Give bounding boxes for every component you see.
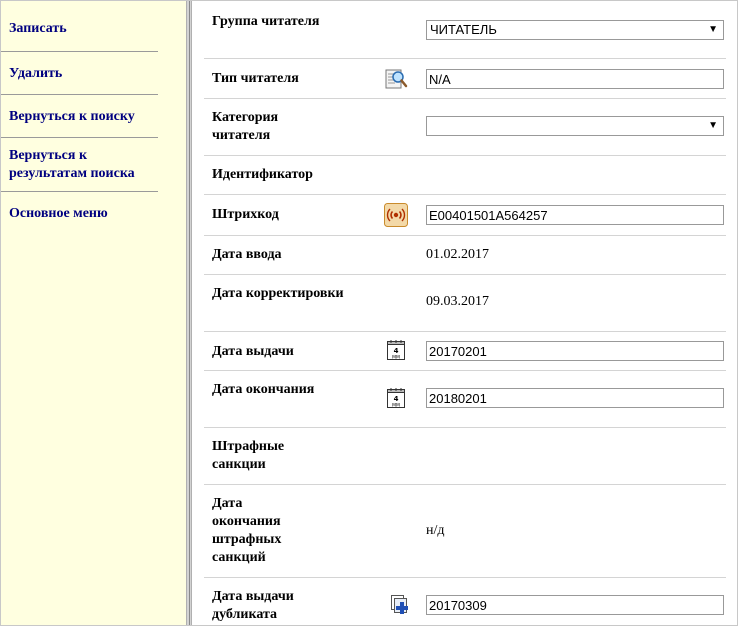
reader-group-select[interactable]: ЧИТАТЕЛЬ ▼: [426, 20, 724, 40]
row-identifier: Идентификатор: [204, 156, 726, 195]
row-entry-date: Дата ввода 01.02.2017: [204, 236, 726, 275]
issue-date-label: Дата выдачи: [212, 344, 294, 359]
reader-group-label: Группа читателя: [212, 14, 320, 29]
reader-group-value: ЧИТАТЕЛЬ: [430, 22, 497, 37]
reader-form: Группа читателя ЧИТАТЕЛЬ ▼ Тип читателя: [193, 1, 737, 625]
row-reader-category: Категория читателя ▼: [204, 99, 726, 156]
modified-date-label: Дата корректировки: [212, 286, 344, 301]
row-penalties: Штрафные санкции: [204, 428, 726, 485]
delete-link[interactable]: Удалить: [1, 52, 158, 95]
modified-date-value: 09.03.2017: [426, 294, 489, 309]
search-dictionary-icon[interactable]: [384, 67, 408, 91]
rfid-icon[interactable]: [384, 203, 408, 227]
sidebar: Записать Удалить Вернуться к поиску Верн…: [1, 1, 186, 625]
duplicate-issue-date-input[interactable]: [426, 595, 724, 615]
calendar-month: MM: [392, 355, 400, 361]
reader-type-input[interactable]: [426, 69, 724, 89]
expiry-date-input[interactable]: [426, 388, 724, 408]
duplicate-plus-icon[interactable]: [389, 593, 413, 617]
row-expiry-date: Дата окончания 4 MM: [204, 371, 726, 428]
calendar-day: 4: [394, 347, 399, 355]
back-to-results-link[interactable]: Вернуться к результатам поиска: [1, 138, 158, 192]
penalties-label: Штрафные санкции: [212, 439, 285, 472]
entry-date-label: Дата ввода: [212, 247, 282, 262]
barcode-label: Штрихкод: [212, 207, 279, 222]
calendar-icon[interactable]: 4 MM: [386, 339, 410, 363]
duplicate-issue-date-label: Дата выдачи дубликата: [212, 589, 294, 622]
row-reader-group: Группа читателя ЧИТАТЕЛЬ ▼: [204, 1, 726, 59]
app-frame: Записать Удалить Вернуться к поиску Верн…: [0, 0, 738, 626]
reader-type-label: Тип читателя: [212, 71, 299, 86]
row-modified-date: Дата корректировки 09.03.2017: [204, 275, 726, 332]
row-issue-date: Дата выдачи 4 MM: [204, 332, 726, 371]
barcode-input[interactable]: [426, 205, 724, 225]
calendar-icon[interactable]: 4 MM: [386, 387, 410, 411]
main-menu-link[interactable]: Основное меню: [1, 192, 158, 232]
calendar-month: MM: [392, 403, 400, 409]
row-penalty-end-date: Дата окончания штрафных санкций н/д: [204, 485, 726, 578]
row-duplicate-issue-date: Дата выдачи дубликата: [204, 578, 726, 625]
penalty-end-date-value: н/д: [426, 523, 445, 538]
penalty-end-date-label: Дата окончания штрафных санкций: [212, 496, 282, 565]
issue-date-input[interactable]: [426, 341, 724, 361]
panel-divider[interactable]: [186, 1, 192, 625]
chevron-down-icon: ▼: [708, 120, 718, 131]
back-to-search-link[interactable]: Вернуться к поиску: [1, 95, 158, 138]
entry-date-value: 01.02.2017: [426, 247, 489, 262]
row-barcode: Штрихкод: [204, 195, 726, 236]
calendar-day: 4: [394, 395, 399, 403]
reader-category-select[interactable]: ▼: [426, 116, 724, 136]
expiry-date-label: Дата окончания: [212, 382, 315, 397]
reader-category-label: Категория читателя: [212, 110, 279, 143]
row-reader-type: Тип читателя: [204, 59, 726, 99]
save-link[interactable]: Записать: [1, 1, 158, 52]
chevron-down-icon: ▼: [708, 24, 718, 35]
identifier-label: Идентификатор: [212, 167, 313, 182]
